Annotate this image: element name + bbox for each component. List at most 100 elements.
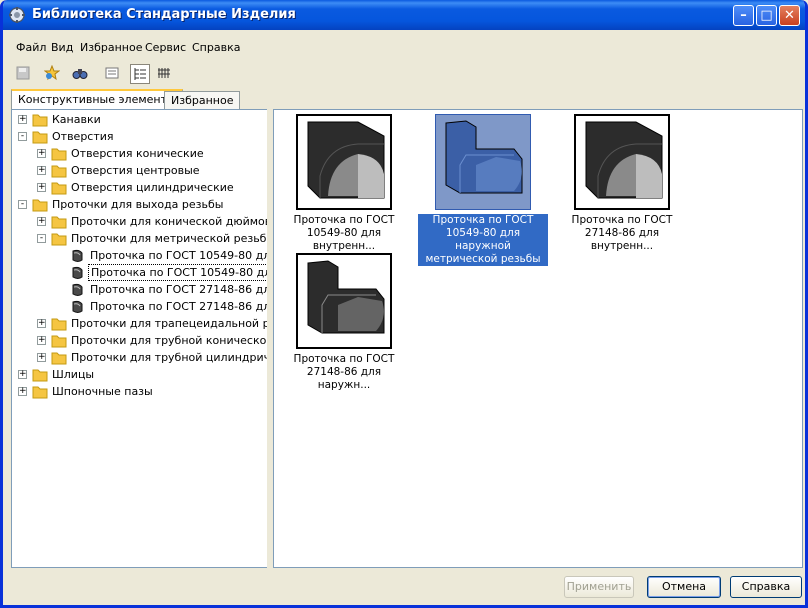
expand-icon[interactable]: + — [37, 319, 46, 328]
menu-file[interactable]: Файл — [16, 41, 46, 54]
table-view-button[interactable] — [155, 64, 175, 84]
tree-item-label: Проточка по ГОСТ 27148-86 для н — [90, 300, 269, 313]
maximize-button[interactable]: □ — [756, 5, 777, 26]
tree-item-label: Проточка по ГОСТ 10549-80 для в — [90, 249, 269, 262]
tree-item[interactable]: + Отверстия цилиндрические — [12, 179, 268, 196]
groove-external-icon — [307, 260, 385, 334]
expand-icon[interactable]: + — [37, 336, 46, 345]
tree-item[interactable]: + Отверстия центровые — [12, 162, 268, 179]
expand-icon[interactable]: + — [18, 387, 27, 396]
add-favorite-button[interactable] — [43, 64, 63, 84]
tree-item[interactable]: + Проточки для трубной цилиндрическо — [12, 349, 268, 366]
folder-icon — [32, 199, 48, 212]
item-thumbnail[interactable] — [574, 114, 670, 210]
tree-view-button[interactable] — [130, 64, 150, 84]
tree-item-label: Проточки для метрической резьбы — [71, 232, 269, 245]
tree-item[interactable]: + Проточки для трубной конической ре — [12, 332, 268, 349]
tree-item[interactable]: - Проточки для выхода резьбы — [12, 196, 268, 213]
item-caption-line: 27148-86 для внутренн... — [584, 227, 660, 252]
tree-item[interactable]: + Канавки — [12, 111, 268, 128]
folder-icon — [51, 318, 67, 331]
tree-item[interactable]: + Шпоночные пазы — [12, 383, 268, 400]
collapse-icon[interactable]: - — [18, 132, 27, 141]
groove-internal-icon — [585, 121, 663, 199]
tree-item-label: Проточки для конической дюймовой р — [71, 215, 268, 228]
expand-icon[interactable]: + — [18, 370, 27, 379]
expand-icon[interactable]: + — [37, 217, 46, 226]
folder-icon — [32, 131, 48, 144]
folder-icon — [51, 148, 67, 161]
tree-item[interactable]: + Шлицы — [12, 366, 268, 383]
item-thumbnail[interactable] — [296, 114, 392, 210]
binoculars-icon — [72, 69, 88, 79]
collapse-icon[interactable]: - — [37, 234, 46, 243]
folder-icon — [51, 216, 67, 229]
folder-icon — [51, 165, 67, 178]
save-icon — [16, 66, 30, 80]
folder-icon — [51, 182, 67, 195]
apply-button[interactable]: Применить — [564, 576, 634, 598]
menu-service[interactable]: Сервис — [145, 41, 186, 54]
item-thumbnail[interactable] — [435, 114, 531, 210]
tab-favorites[interactable]: Избранное — [164, 91, 241, 109]
menu-view[interactable]: Вид — [51, 41, 73, 54]
maximize-icon: □ — [760, 8, 773, 23]
expand-icon[interactable]: + — [18, 115, 27, 124]
tree-item[interactable]: Проточка по ГОСТ 10549-80 для н — [12, 264, 268, 281]
tree-item-label: Проточки для трубной цилиндрическо — [71, 351, 269, 364]
expand-icon[interactable]: + — [37, 166, 46, 175]
item-caption-line: 27148-86 для наружн... — [306, 366, 382, 391]
folder-icon — [51, 335, 67, 348]
item-thumbnail[interactable] — [296, 253, 392, 349]
tree-item[interactable]: Проточка по ГОСТ 10549-80 для в — [12, 247, 268, 264]
tree-item-label: Отверстия цилиндрические — [71, 181, 234, 194]
gear-icon — [9, 7, 25, 23]
tree-item[interactable]: - Проточки для метрической резьбы — [12, 230, 268, 247]
tree-item-label: Проточка по ГОСТ 27148-86 для в — [90, 283, 269, 296]
collapse-icon[interactable]: - — [18, 200, 27, 209]
window-title: Библиотека Стандартные Изделия — [32, 7, 296, 22]
tree-item[interactable]: - Отверстия — [12, 128, 268, 145]
help-button[interactable]: Справка — [730, 576, 802, 598]
close-button[interactable]: ✕ — [779, 5, 800, 26]
save-tool-button[interactable] — [14, 64, 34, 84]
tree-item-label: Шпоночные пазы — [52, 385, 153, 398]
tab-constructive-elements[interactable]: Конструктивные элементы — [11, 89, 183, 109]
toolbar — [3, 62, 805, 86]
item-caption-line: Проточка по ГОСТ — [571, 214, 673, 226]
menu-bar: Файл Вид Избранное Сервис Справка — [3, 38, 805, 58]
tree-item[interactable]: + Проточки для конической дюймовой р — [12, 213, 268, 230]
menu-help[interactable]: Справка — [192, 41, 240, 54]
part-icon — [72, 266, 83, 279]
item-caption-line: 10549-80 для внутренн... — [306, 227, 382, 252]
menu-favorites[interactable]: Избранное — [80, 41, 142, 54]
tree-item-label: Проточки для трубной конической ре — [71, 334, 269, 347]
minimize-button[interactable]: – — [733, 5, 754, 26]
star-add-icon — [44, 65, 60, 81]
item-caption-line: Проточка по ГОСТ — [432, 214, 534, 226]
pane-splitter[interactable] — [267, 109, 271, 568]
tree-item[interactable]: Проточка по ГОСТ 27148-86 для н — [12, 298, 268, 315]
folder-icon — [32, 114, 48, 127]
category-tree[interactable]: + Канавки - Отверстия + Отверстия конические +… — [11, 109, 269, 568]
tree-item[interactable]: Проточка по ГОСТ 27148-86 для в — [12, 281, 268, 298]
search-tool-button[interactable] — [71, 64, 91, 84]
tree-item[interactable]: + Проточки для трапецеидальной резьб — [12, 315, 268, 332]
part-icon — [72, 283, 83, 296]
tree-item[interactable]: + Отверстия конические — [12, 145, 268, 162]
tree-item-label: Отверстия центровые — [71, 164, 200, 177]
tree-item-label: Проточка по ГОСТ 10549-80 для н — [88, 264, 268, 281]
item-caption: Проточка по ГОСТ 10549-80 для внутренн... — [279, 214, 409, 253]
item-caption: Проточка по ГОСТ 10549-80 для наружной мет… — [418, 214, 548, 266]
title-bar[interactable]: Библиотека Стандартные Изделия – □ ✕ — [3, 0, 805, 30]
list-view-button[interactable] — [103, 64, 123, 84]
item-caption: Проточка по ГОСТ 27148-86 для внутренн... — [557, 214, 687, 253]
expand-icon[interactable]: + — [37, 183, 46, 192]
item-caption-line: 10549-80 для наружной — [445, 227, 521, 252]
groove-external-icon — [445, 120, 523, 194]
expand-icon[interactable]: + — [37, 149, 46, 158]
items-view[interactable]: Проточка по ГОСТ 10549-80 для внутренн...… — [273, 109, 803, 568]
expand-icon[interactable]: + — [37, 353, 46, 362]
folder-icon — [51, 352, 67, 365]
cancel-button[interactable]: Отмена — [647, 576, 721, 598]
